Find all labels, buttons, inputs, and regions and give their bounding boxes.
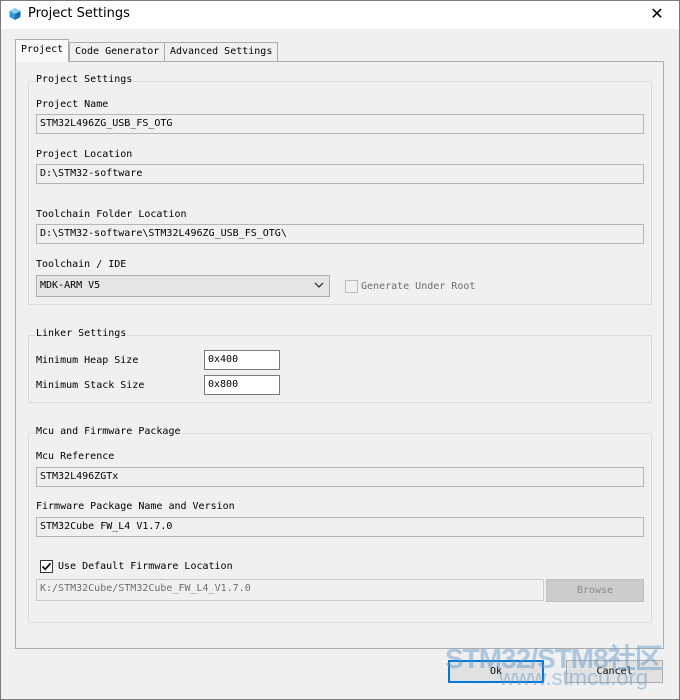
cancel-button[interactable]: Cancel: [566, 660, 663, 683]
browse-button[interactable]: Browse: [546, 579, 644, 602]
linker-settings-group: Linker Settings Minimum Heap Size 0x400 …: [28, 328, 652, 403]
ok-button[interactable]: Ok: [448, 660, 544, 683]
toolchain-ide-value: MDK-ARM V5: [40, 280, 101, 291]
title-bar: Project Settings ✕: [1, 1, 679, 29]
firmware-package-label: Firmware Package Name and Version: [36, 501, 235, 512]
project-tab-panel: Project Settings Project Name STM32L496Z…: [15, 61, 664, 649]
generate-under-root-label: Generate Under Root: [361, 281, 476, 292]
stack-size-field[interactable]: 0x800: [204, 375, 280, 395]
firmware-location-field[interactable]: K:/STM32Cube/STM32Cube_FW_L4_V1.7.0: [36, 579, 544, 601]
generate-under-root-checkbox[interactable]: [345, 280, 358, 293]
firmware-package-field[interactable]: STM32Cube FW_L4 V1.7.0: [36, 517, 644, 537]
project-settings-title: Project Settings: [35, 74, 134, 85]
mcu-firmware-title: Mcu and Firmware Package: [35, 426, 182, 437]
linker-settings-title: Linker Settings: [35, 328, 128, 339]
window-title: Project Settings: [28, 6, 130, 21]
heap-size-label: Minimum Heap Size: [36, 355, 139, 366]
use-default-firmware-checkbox[interactable]: [40, 560, 53, 573]
project-location-label: Project Location: [36, 149, 133, 160]
project-name-field[interactable]: STM32L496ZG_USB_FS_OTG: [36, 114, 644, 134]
close-icon: ✕: [650, 4, 664, 23]
project-name-label: Project Name: [36, 99, 109, 110]
tab-advanced-settings[interactable]: Advanced Settings: [164, 42, 279, 61]
close-button[interactable]: ✕: [635, 1, 679, 29]
project-location-field[interactable]: D:\STM32-software: [36, 164, 644, 184]
toolchain-folder-label: Toolchain Folder Location: [36, 209, 187, 220]
mcu-reference-label: Mcu Reference: [36, 451, 115, 462]
use-default-firmware-label: Use Default Firmware Location: [58, 561, 233, 572]
mcu-reference-field[interactable]: STM32L496ZGTx: [36, 467, 644, 487]
mcu-firmware-group: Mcu and Firmware Package Mcu Reference S…: [28, 426, 652, 623]
chevron-down-icon: [314, 282, 324, 288]
toolchain-ide-label: Toolchain / IDE: [36, 259, 127, 270]
heap-size-field[interactable]: 0x400: [204, 350, 280, 370]
project-settings-group: Project Settings Project Name STM32L496Z…: [28, 74, 652, 305]
checkmark-icon: [41, 562, 52, 571]
stm32cubemx-app-icon: [9, 8, 21, 20]
tab-code-generator[interactable]: Code Generator: [69, 42, 166, 61]
stack-size-label: Minimum Stack Size: [36, 380, 145, 391]
tab-project[interactable]: Project: [15, 39, 70, 62]
toolchain-folder-field[interactable]: D:\STM32-software\STM32L496ZG_USB_FS_OTG…: [36, 224, 644, 244]
toolchain-ide-select[interactable]: MDK-ARM V5: [36, 275, 330, 297]
project-settings-dialog: Project Settings ✕ Project Code Generato…: [0, 0, 680, 700]
